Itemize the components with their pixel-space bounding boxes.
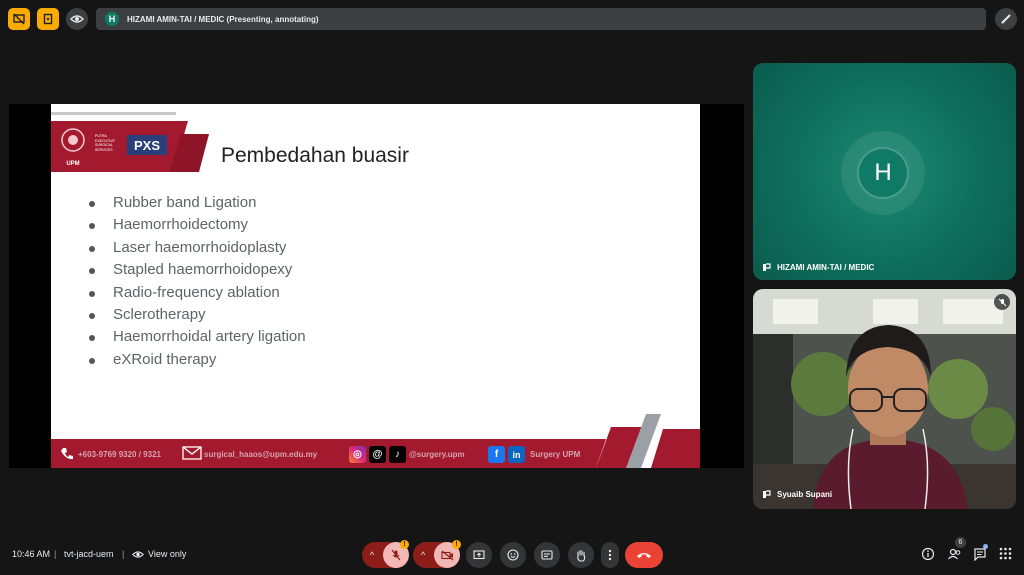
separator: | bbox=[122, 549, 125, 559]
presentation-icon bbox=[13, 13, 25, 25]
apps-grid-icon bbox=[999, 547, 1012, 560]
people-count-badge: 6 bbox=[955, 537, 966, 548]
annotate-button[interactable] bbox=[995, 8, 1017, 30]
chat-button[interactable] bbox=[973, 547, 987, 566]
footer-facebook: Surgery UPM bbox=[530, 450, 581, 459]
presenter-tile-label: HIZAMI AMIN-TAI / MEDIC bbox=[762, 263, 874, 272]
presenter-tile-avatar: H bbox=[857, 147, 909, 199]
bullet-item: Radio-frequency ablation bbox=[87, 282, 306, 304]
presenter-banner: H HIZAMI AMIN-TAI / MEDIC (Presenting, a… bbox=[96, 8, 986, 30]
chat-icon bbox=[974, 548, 986, 562]
meeting-details-button[interactable] bbox=[921, 547, 935, 566]
hand-icon bbox=[577, 549, 586, 562]
captions-icon bbox=[541, 550, 553, 560]
threads-icon: @ bbox=[369, 446, 386, 463]
phone-icon bbox=[61, 448, 73, 460]
present-button[interactable] bbox=[466, 542, 492, 568]
captions-button[interactable] bbox=[534, 542, 560, 568]
emoji-icon bbox=[507, 549, 519, 561]
people-button[interactable] bbox=[947, 547, 962, 566]
linkedin-icon: in bbox=[508, 446, 525, 463]
instagram-icon: ◎ bbox=[349, 446, 366, 463]
info-icon bbox=[921, 547, 935, 561]
mic-off-icon bbox=[391, 549, 401, 561]
upm-logo: UPM bbox=[58, 126, 88, 167]
participant-tile-name: Syuaib Supani bbox=[777, 490, 833, 499]
reactions-button[interactable] bbox=[500, 542, 526, 568]
leave-call-button[interactable] bbox=[625, 542, 663, 568]
bullet-item: Haemorrhoidectomy bbox=[87, 214, 306, 236]
mic-warning-badge: ! bbox=[400, 540, 409, 549]
bullet-item: Haemorrhoidal artery ligation bbox=[87, 326, 306, 348]
bullet-item: Laser haemorrhoidoplasty bbox=[87, 237, 306, 259]
camera-off-icon bbox=[440, 550, 453, 560]
presenter-avatar: H bbox=[105, 12, 119, 26]
chat-unread-dot bbox=[983, 544, 988, 549]
presenter-tile[interactable]: H HIZAMI AMIN-TAI / MEDIC bbox=[753, 63, 1016, 280]
visibility-button[interactable] bbox=[66, 8, 88, 30]
footer-phone: +603-9769 9320 / 9321 bbox=[78, 450, 161, 459]
putra-logo-text: PUTRA EXECUTIVE SURGICAL SERVICES bbox=[95, 134, 115, 152]
meeting-code: tvt-jacd-uem bbox=[64, 549, 114, 559]
door-icon bbox=[43, 13, 53, 25]
participant-muted-indicator bbox=[994, 294, 1010, 310]
slide-bullet-list: Rubber band Ligation Haemorrhoidectomy L… bbox=[87, 192, 306, 371]
email-icon bbox=[182, 446, 202, 460]
participant-video bbox=[753, 289, 1016, 509]
mic-options-chevron-icon[interactable]: ^ bbox=[370, 550, 374, 560]
more-vertical-icon bbox=[608, 549, 612, 561]
raise-hand-button[interactable] bbox=[568, 542, 594, 568]
separator: | bbox=[54, 549, 57, 559]
present-screen-icon bbox=[473, 549, 485, 559]
presenter-tile-name: HIZAMI AMIN-TAI / MEDIC bbox=[777, 263, 875, 272]
footer-email: surgical_haaos@upm.edu.my bbox=[204, 450, 318, 459]
presenting-icon bbox=[763, 490, 771, 498]
presenting-icon bbox=[763, 263, 771, 271]
participant-tile-label: Syuaib Supani bbox=[762, 490, 832, 499]
people-icon bbox=[948, 548, 961, 560]
participant-tile[interactable]: Syuaib Supani bbox=[753, 289, 1016, 509]
camera-warning-badge: ! bbox=[452, 540, 461, 549]
footer-handle: @surgery.upm bbox=[409, 450, 465, 459]
upm-logo-text: UPM bbox=[66, 161, 80, 167]
view-only-label: View only bbox=[148, 549, 187, 559]
activities-button[interactable] bbox=[999, 547, 1012, 565]
meeting-time: 10:46 AM bbox=[12, 549, 51, 559]
eye-icon bbox=[132, 550, 144, 558]
presentation-slide: UPM PUTRA EXECUTIVE SURGICAL SERVICES PX… bbox=[51, 104, 700, 468]
pxs-logo: PXS bbox=[127, 135, 167, 155]
pen-icon bbox=[1001, 14, 1011, 24]
bullet-item: Rubber band Ligation bbox=[87, 192, 306, 214]
upm-crest-icon bbox=[61, 128, 85, 152]
hang-up-icon bbox=[637, 553, 651, 558]
presentation-off-button[interactable] bbox=[8, 8, 30, 30]
layout-button[interactable] bbox=[37, 8, 59, 30]
bullet-item: Stapled haemorrhoidopexy bbox=[87, 259, 306, 281]
camera-options-chevron-icon[interactable]: ^ bbox=[421, 550, 425, 560]
presenter-banner-text: HIZAMI AMIN-TAI / MEDIC (Presenting, ann… bbox=[127, 14, 319, 24]
bullet-item: eXRoid therapy bbox=[87, 349, 306, 371]
slide-title: Pembedahan buasir bbox=[221, 144, 409, 167]
mic-off-icon bbox=[998, 298, 1006, 306]
tiktok-icon: ♪ bbox=[389, 446, 406, 463]
view-only-indicator: View only bbox=[132, 549, 186, 559]
eye-icon bbox=[70, 15, 84, 23]
more-options-button[interactable] bbox=[601, 542, 619, 568]
bullet-item: Sclerotherapy bbox=[87, 304, 306, 326]
facebook-icon: f bbox=[488, 446, 505, 463]
